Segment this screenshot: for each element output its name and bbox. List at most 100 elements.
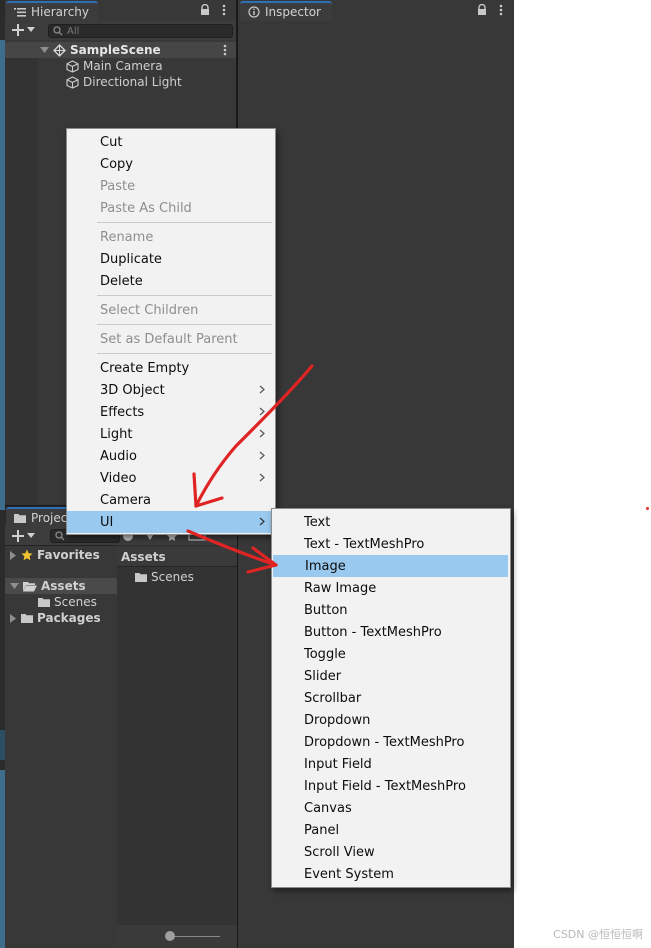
menu-separator <box>97 222 272 223</box>
submenu-item-image[interactable]: Image <box>273 555 508 577</box>
submenu-item-text[interactable]: Text <box>272 511 510 533</box>
chevron-right-icon <box>259 385 265 394</box>
tab-hierarchy-label: Hierarchy <box>31 5 90 19</box>
project-create-button[interactable] <box>12 530 35 542</box>
chevron-right-icon <box>259 473 265 482</box>
submenu-item-dropdown-tmp[interactable]: Dropdown - TextMeshPro <box>272 731 510 753</box>
menu-item-light[interactable]: Light <box>67 423 275 445</box>
menu-item-video[interactable]: Video <box>67 467 275 489</box>
menu-separator <box>97 324 272 325</box>
menu-item-label: UI <box>100 514 114 530</box>
menu-item-label: 3D Object <box>100 382 165 398</box>
submenu-item-slider[interactable]: Slider <box>272 665 510 687</box>
menu-item-duplicate[interactable]: Duplicate <box>67 248 275 270</box>
tab-hierarchy[interactable]: Hierarchy <box>6 1 98 21</box>
menu-item-create-empty[interactable]: Create Empty <box>67 357 275 379</box>
tab-inspector-label: Inspector <box>265 5 321 19</box>
lock-icon[interactable] <box>200 4 210 16</box>
zoom-slider-handle[interactable] <box>165 931 175 941</box>
menu-item-label: Effects <box>100 404 145 420</box>
scenes-label: Scenes <box>54 595 97 609</box>
hierarchy-search-input[interactable]: All <box>48 24 233 38</box>
folder-icon <box>21 613 33 623</box>
panel-menu-icon[interactable] <box>222 4 226 16</box>
submenu-item-input-field[interactable]: Input Field <box>272 753 510 775</box>
submenu-item-scroll-view[interactable]: Scroll View <box>272 841 510 863</box>
plus-icon <box>12 24 24 36</box>
submenu-item-dropdown[interactable]: Dropdown <box>272 709 510 731</box>
plus-icon <box>12 530 24 542</box>
submenu-item-input-field-tmp[interactable]: Input Field - TextMeshPro <box>272 775 510 797</box>
scene-name: SampleScene <box>70 43 161 57</box>
menu-separator <box>97 295 272 296</box>
caret-down-icon <box>27 533 35 539</box>
item-label: Main Camera <box>83 59 163 73</box>
menu-item-paste: Paste <box>100 178 136 194</box>
menu-item-select-children: Select Children <box>100 302 199 318</box>
zoom-slider-track[interactable] <box>168 936 220 937</box>
submenu-item-toggle[interactable]: Toggle <box>272 643 510 665</box>
menu-item-delete[interactable]: Delete <box>67 270 275 292</box>
hierarchy-gutter <box>5 58 38 505</box>
submenu-item-canvas[interactable]: Canvas <box>272 797 510 819</box>
menu-item-paste-as-child: Paste As Child <box>100 200 192 216</box>
submenu-item-button-tmp[interactable]: Button - TextMeshPro <box>272 621 510 643</box>
foldout-open-icon[interactable] <box>40 46 49 54</box>
favorites-row[interactable]: Favorites <box>10 547 100 563</box>
create-dropdown-button[interactable] <box>12 24 35 36</box>
submenu-item-event-system[interactable]: Event System <box>272 863 510 885</box>
lock-icon[interactable] <box>477 4 487 16</box>
foldout-closed-icon[interactable] <box>10 613 17 623</box>
menu-item-3d-object[interactable]: 3D Object <box>67 379 275 401</box>
scene-row[interactable]: SampleScene <box>5 42 236 58</box>
asset-folder-scenes[interactable]: Scenes <box>135 569 194 585</box>
menu-item-rename: Rename <box>100 229 154 245</box>
foldout-closed-icon[interactable] <box>10 550 17 560</box>
menu-item-camera[interactable]: Camera <box>67 489 275 511</box>
submenu-item-scrollbar[interactable]: Scrollbar <box>272 687 510 709</box>
submenu-item-button[interactable]: Button <box>272 599 510 621</box>
menu-item-ui[interactable]: UI <box>67 511 275 533</box>
caret-down-icon <box>27 27 35 33</box>
folder-icon <box>135 572 147 582</box>
gameobject-cube-icon <box>66 59 79 73</box>
hierarchy-item-directional-light[interactable]: Directional Light <box>66 74 182 90</box>
item-label: Directional Light <box>83 75 182 89</box>
submenu-item-raw-image[interactable]: Raw Image <box>272 577 510 599</box>
ui-submenu: Text Text - TextMeshPro Image Raw Image … <box>271 508 511 888</box>
chevron-right-icon <box>259 407 265 416</box>
breadcrumb-assets[interactable]: Assets <box>121 549 166 565</box>
assets-row[interactable]: Assets <box>5 578 117 594</box>
tab-inspector[interactable]: Inspector <box>240 1 332 21</box>
search-placeholder: All <box>67 25 80 37</box>
assets-label: Assets <box>41 579 86 593</box>
foldout-open-icon[interactable] <box>10 582 19 590</box>
menu-separator <box>97 353 272 354</box>
scene-menu-icon[interactable] <box>223 44 227 56</box>
folder-icon <box>14 513 26 523</box>
search-icon <box>55 531 65 541</box>
submenu-item-panel[interactable]: Panel <box>272 819 510 841</box>
star-icon <box>21 549 33 561</box>
project-asset-list <box>117 545 237 948</box>
submenu-item-text-tmp[interactable]: Text - TextMeshPro <box>272 533 510 555</box>
hierarchy-item-main-camera[interactable]: Main Camera <box>66 58 163 74</box>
search-icon <box>53 26 63 36</box>
menu-item-cut[interactable]: Cut <box>67 131 275 153</box>
menu-item-audio[interactable]: Audio <box>67 445 275 467</box>
folder-open-icon <box>23 581 37 592</box>
packages-row[interactable]: Packages <box>10 610 101 626</box>
gameobject-cube-icon <box>66 75 79 89</box>
packages-label: Packages <box>37 611 101 625</box>
menu-item-effects[interactable]: Effects <box>67 401 275 423</box>
menu-item-copy[interactable]: Copy <box>67 153 275 175</box>
menu-item-label: Light <box>100 426 133 442</box>
hierarchy-context-menu: Cut Copy Paste Paste As Child Rename Dup… <box>66 128 276 535</box>
panel-menu-icon[interactable] <box>499 4 503 16</box>
favorites-label: Favorites <box>37 548 100 562</box>
unity-scene-icon <box>53 43 66 57</box>
menu-item-label: Audio <box>100 448 137 464</box>
list-icon <box>14 7 26 17</box>
folder-icon <box>38 597 50 607</box>
scenes-folder-row[interactable]: Scenes <box>38 594 97 610</box>
